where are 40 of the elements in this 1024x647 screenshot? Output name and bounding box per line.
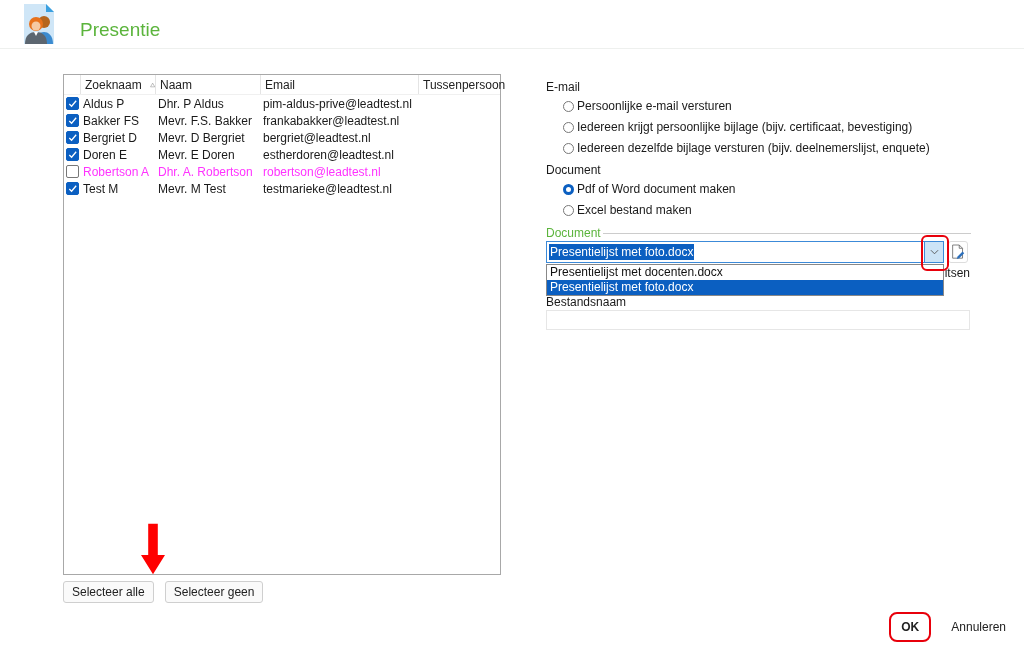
table-cell-text: Dhr. A. Robertson xyxy=(157,164,254,179)
table-cell-text: Aldus P xyxy=(82,96,126,111)
dropdown-item[interactable]: Presentielijst met foto.docx xyxy=(547,280,943,295)
ok-button[interactable]: OK xyxy=(893,616,928,638)
window-title: Presentie xyxy=(80,19,161,41)
table-cell-text: Mevr. E Doren xyxy=(157,147,236,162)
column-header[interactable]: Zoeknaam xyxy=(81,75,156,94)
select-button[interactable]: Selecteer geen xyxy=(164,581,264,603)
cancel-button[interactable]: Annuleren xyxy=(943,616,1014,638)
radio-option[interactable]: Excel bestand maken xyxy=(563,200,971,220)
table-cell-text: Test M xyxy=(82,181,120,196)
table-cell-text: Bergriet D xyxy=(82,130,139,145)
dropdown-item[interactable]: Presentielijst met docenten.docx xyxy=(547,265,943,280)
document-dropdown[interactable]: Presentielijst met foto.docx xyxy=(546,241,944,263)
table-cell-text: bergriet@leadtest.nl xyxy=(262,130,372,145)
table-cell-text: Mevr. M Test xyxy=(157,181,227,196)
column-header[interactable]: Naam xyxy=(156,75,261,94)
partial-label: itsen xyxy=(944,266,971,280)
table-cell-text: robertson@leadtest.nl xyxy=(262,164,382,179)
field-label: Bestandsnaam xyxy=(546,296,628,308)
radio-option[interactable]: Pdf of Word document maken xyxy=(563,179,971,199)
table-cell-text: Bakker FS xyxy=(82,113,140,128)
radio-option[interactable]: Persoonlijke e-mail versturen xyxy=(563,96,971,116)
table-cell-text: Robertson A xyxy=(82,164,151,179)
section-label: E-mail xyxy=(546,80,581,96)
group-label: Document xyxy=(546,226,601,240)
table-cell-text: Dhr. P Aldus xyxy=(157,96,225,111)
column-header[interactable]: Tussenpersoon xyxy=(419,75,506,94)
column-header[interactable]: Email xyxy=(261,75,419,94)
section-label: Document xyxy=(546,163,602,179)
table-cell-text: pim-aldus-prive@leadtest.nl xyxy=(262,96,413,111)
radio-option[interactable]: Iedereen krijgt persoonlijke bijlage (bijv. certificaat, bevestiging) xyxy=(563,117,971,137)
table-cell-text: Doren E xyxy=(82,147,129,162)
radio-option[interactable]: Iedereen dezelfde bijlage versturen (bijv. deelnemerslijst, enquete) xyxy=(563,138,971,158)
table-cell-text: Mevr. D Bergriet xyxy=(157,130,246,145)
table-cell-text: estherdoren@leadtest.nl xyxy=(262,147,395,162)
table-cell-text: Mevr. F.S. Bakker xyxy=(157,113,254,128)
table-cell-text: frankabakker@leadtest.nl xyxy=(262,113,401,128)
select-button[interactable]: Selecteer alle xyxy=(63,581,154,603)
table-cell-text: testmarieke@leadtest.nl xyxy=(262,181,393,196)
